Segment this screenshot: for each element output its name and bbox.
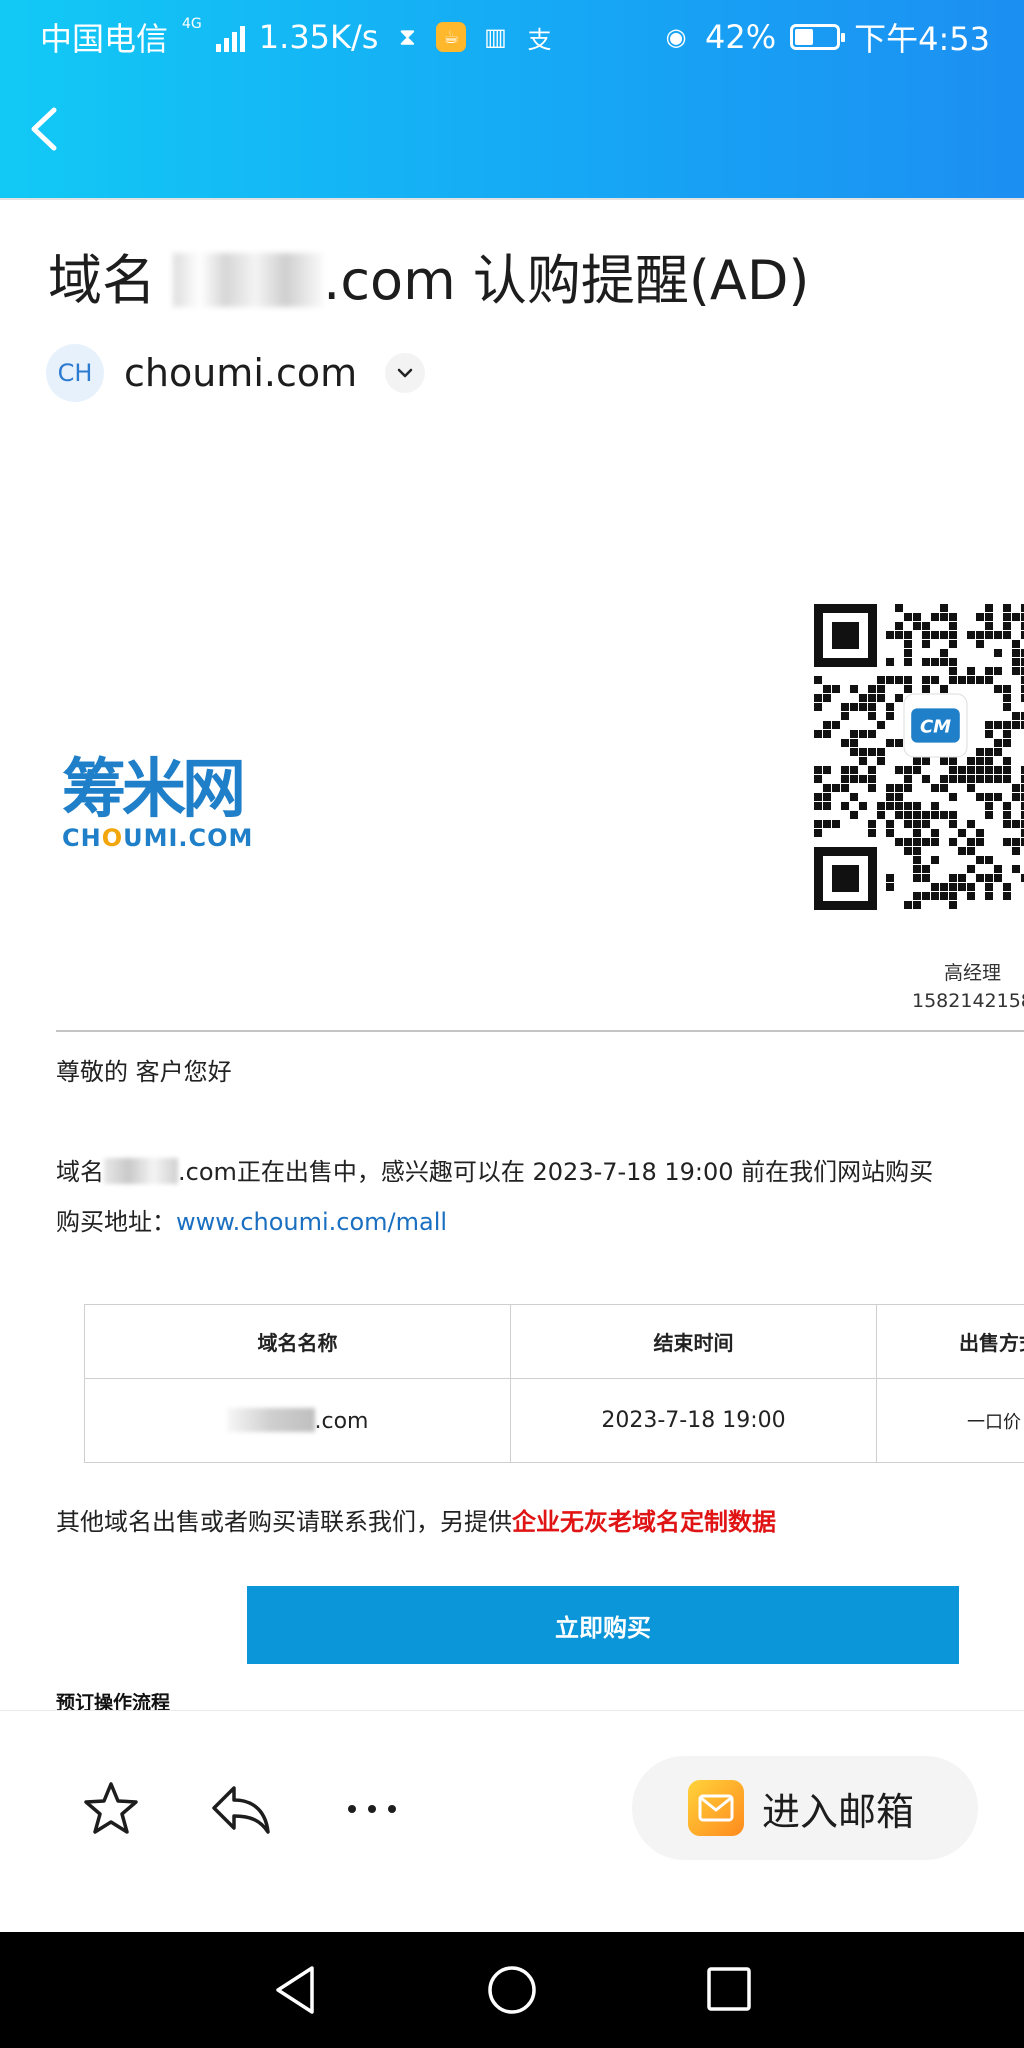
battery-percent: 42% — [705, 18, 777, 56]
qr-logo-text: CM — [920, 717, 951, 738]
choumi-logo: 筹米网 CHOUMI.COM — [62, 758, 292, 854]
nav-back-icon[interactable] — [268, 1962, 324, 2018]
redacted-domain — [104, 1158, 178, 1184]
redacted-domain — [226, 1407, 315, 1432]
qr-code: CM — [808, 598, 1024, 928]
table-cell-domain: .com — [84, 1378, 511, 1463]
battery-icon — [790, 24, 846, 50]
eye-icon: ◉ — [665, 23, 687, 51]
nav-home-icon[interactable] — [484, 1962, 540, 2018]
header-divider — [0, 198, 1024, 200]
highlight-text: 企业无灰老域名定制数据 — [512, 1508, 776, 1536]
enter-mailbox-button[interactable]: 进入邮箱 — [632, 1756, 978, 1860]
reply-icon[interactable] — [210, 1780, 272, 1838]
hourglass-icon: ⧗ — [399, 23, 416, 51]
content-divider — [56, 1030, 1024, 1032]
mailbox-label: 进入邮箱 — [762, 1791, 915, 1834]
sender-name: choumi.com — [124, 351, 358, 395]
table-cell-end-time: 2023-7-18 19:00 — [510, 1378, 877, 1463]
table-header: 域名名称 — [84, 1304, 511, 1379]
contact-phone: 1582142158 — [912, 990, 1024, 1012]
chevron-down-icon[interactable] — [385, 353, 426, 393]
table-cell-method: 一口价 — [876, 1378, 1024, 1463]
table-header-row: 域名名称 结束时间 出售方式 — [84, 1304, 1024, 1379]
greeting: 尊敬的 客户您好 — [56, 1058, 232, 1086]
carrier-text: 中国电信 — [40, 20, 169, 58]
book-icon: ▥ — [484, 23, 507, 51]
mail-icon — [688, 1780, 744, 1836]
other-services: 其他域名出售或者购买请联系我们，另提供企业无灰老域名定制数据 — [56, 1508, 776, 1536]
email-subject: 域名 .com 认购提醒(AD) — [48, 236, 810, 315]
buy-now-button[interactable]: 立即购买 — [247, 1586, 959, 1664]
logo-chinese: 筹米网 — [62, 753, 246, 827]
domain-table: 域名名称 结束时间 出售方式 .com 2023-7-18 19:00 一口价 — [84, 1304, 1024, 1463]
sender-row[interactable]: CH choumi.com — [46, 344, 426, 402]
signal-icon — [215, 22, 245, 52]
network-speed: 1.35K/s — [258, 18, 379, 56]
star-icon[interactable] — [82, 1780, 140, 1838]
subject-suffix: .com 认购提醒(AD) — [323, 249, 810, 312]
sender-avatar: CH — [46, 344, 104, 402]
contact-name: 高经理 — [944, 962, 1002, 984]
sale-notice: 域名 .com正在出售中，感兴趣可以在 2023-7-18 19:00 前在我们网… — [56, 1158, 934, 1186]
logo-english: CHOUMI.COM — [62, 824, 254, 852]
clock: 下午4:53 — [854, 20, 990, 58]
table-row: .com 2023-7-18 19:00 一口价 — [84, 1378, 1024, 1463]
purchase-address: 购买地址：www.choumi.com/mall — [56, 1208, 448, 1236]
status-bar: 中国电信 4G 1.35K/s ⧗ ☕ ▥ 支 ◉ 42% 下午4:53 — [0, 0, 1024, 72]
subject-prefix: 域名 — [48, 249, 174, 312]
redacted-domain — [173, 253, 324, 307]
alipay-icon: 支 — [527, 25, 552, 54]
table-header: 结束时间 — [510, 1304, 877, 1379]
nav-recents-icon[interactable] — [704, 1964, 754, 2014]
table-header: 出售方式 — [876, 1304, 1024, 1379]
more-icon[interactable] — [342, 1780, 402, 1838]
network-type: 4G — [182, 16, 202, 32]
cup-app-icon: ☕ — [436, 22, 467, 52]
mall-link[interactable]: www.choumi.com/mall — [176, 1208, 447, 1236]
back-arrow-icon[interactable] — [20, 104, 70, 154]
